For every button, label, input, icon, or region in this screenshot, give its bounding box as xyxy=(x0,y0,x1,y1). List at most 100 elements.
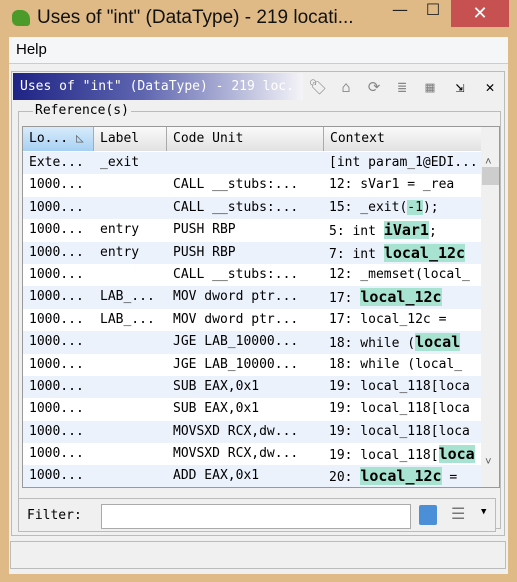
table-row[interactable]: 1000... JGE LAB_10000... 18: while (local_ xyxy=(23,354,481,376)
menu-help[interactable]: Help xyxy=(16,41,47,58)
cell-label: entry xyxy=(100,244,140,260)
filter-bar: Filter: ☰ ▼ xyxy=(18,498,496,532)
cell-location: 1000... xyxy=(29,468,84,484)
cell-context: 19: local_118[loca xyxy=(329,445,475,464)
cell-context: 19: local_118[loca xyxy=(329,423,470,439)
dragon-app-icon xyxy=(12,10,30,26)
table-row[interactable]: 1000... LAB_... MOV dword ptr... 17: local_… xyxy=(23,286,481,309)
close-window-button[interactable]: ✕ xyxy=(451,0,509,27)
column-context[interactable]: Context xyxy=(324,127,481,151)
export-icon[interactable]: ⇲ xyxy=(448,75,472,99)
highlight: local_12c xyxy=(383,243,466,262)
cell-code-unit: PUSH RBP xyxy=(173,222,236,238)
highlight: local xyxy=(415,333,461,352)
cell-label: entry xyxy=(100,222,140,238)
vertical-scrollbar[interactable]: ˄ ˅ xyxy=(481,127,499,487)
filter-input[interactable] xyxy=(101,504,411,529)
table-row[interactable]: 1000... LAB_... MOV dword ptr... 17: local_… xyxy=(23,309,481,331)
dropdown-arrow-icon[interactable]: ▼ xyxy=(481,507,486,517)
cell-context: 17: local_12c xyxy=(329,288,442,307)
cell-location: 1000... xyxy=(29,222,84,238)
cell-location: 1000... xyxy=(29,356,84,372)
table-icon[interactable]: ▦ xyxy=(418,75,442,99)
sort-icon: ◺ xyxy=(75,131,84,146)
table-row[interactable]: 1000... entry PUSH RBP 5: int iVar1; xyxy=(23,219,481,241)
home-icon[interactable]: ⌂ xyxy=(334,75,358,99)
close-icon[interactable]: ✕ xyxy=(478,75,502,99)
status-bar xyxy=(10,541,506,569)
cell-context: 19: local_118[loca xyxy=(329,378,470,394)
cell-code-unit: CALL __stubs:... xyxy=(173,266,299,282)
cell-context: [int param_1@EDI... xyxy=(329,155,478,170)
window-title: Uses of "int" (DataType) - 219 locati... xyxy=(37,7,354,28)
cell-code-unit: CALL __stubs:... xyxy=(173,199,299,215)
cell-location: Exte... xyxy=(29,155,84,170)
group-label: Reference(s) xyxy=(33,103,131,118)
highlight: iVar1 xyxy=(383,221,429,240)
cell-code-unit: JGE LAB_10000... xyxy=(173,334,299,350)
scroll-thumb[interactable] xyxy=(482,167,499,185)
cell-location: 1000... xyxy=(29,289,84,305)
column-location[interactable]: Lo... ◺ xyxy=(23,127,94,151)
cell-location: 1000... xyxy=(29,311,84,327)
table-row[interactable]: 1000... SUB EAX,0x1 19: local_118[loca xyxy=(23,375,481,399)
cell-location: 1000... xyxy=(29,199,84,215)
cell-code-unit: SUB EAX,0x1 xyxy=(173,378,260,394)
highlight: loca xyxy=(438,445,475,464)
column-code-unit[interactable]: Code Unit xyxy=(167,127,324,151)
cell-context: 20: local_12c = xyxy=(329,467,458,486)
cell-location: 1000... xyxy=(29,378,84,394)
table-row[interactable]: 1000... entry PUSH RBP 7: int local_12c xyxy=(23,241,481,264)
references-table: Lo... ◺ Label Code Unit Context Exte... _… xyxy=(22,126,500,488)
cell-context: 5: int iVar1; xyxy=(329,221,437,240)
window-client: Help Uses of "int" (DataType) - 219 loc.… xyxy=(9,37,508,574)
scroll-down-icon[interactable]: ˅ xyxy=(485,455,492,469)
highlight: -1 xyxy=(407,199,423,215)
cell-label: LAB_... xyxy=(100,289,155,305)
cell-code-unit: JGE LAB_10000... xyxy=(173,356,299,372)
cell-code-unit: SUB EAX,0x1 xyxy=(173,401,260,417)
filter-settings-icon[interactable]: ☰ xyxy=(451,504,465,523)
cell-code-unit: MOV dword ptr... xyxy=(173,289,299,305)
title-bar: Uses of "int" (DataType) - 219 locati...… xyxy=(0,0,517,37)
references-group: Reference(s) Lo... ◺ Label Code Unit Con… xyxy=(18,103,501,532)
table-header: Lo... ◺ Label Code Unit Context xyxy=(23,127,481,151)
cell-location: 1000... xyxy=(29,401,84,417)
cell-code-unit: CALL __stubs:... xyxy=(173,177,299,193)
table-row[interactable]: 1000... CALL __stubs:... 12: _memset(local… xyxy=(23,264,481,286)
table-row[interactable]: 1000... ADD EAX,0x1 20: local_12c = xyxy=(23,465,481,487)
cell-context: 18: while (local xyxy=(329,333,461,352)
cell-code-unit: MOVSXD RCX,dw... xyxy=(173,423,299,439)
table-row[interactable]: 1000... SUB EAX,0x1 19: local_118[loca xyxy=(23,398,481,420)
panel-title: Uses of "int" (DataType) - 219 loc. xyxy=(13,73,303,100)
minimize-button[interactable]: — xyxy=(385,0,415,27)
table-row[interactable]: Exte... _exit [int param_1@EDI... xyxy=(23,152,481,175)
cell-context: 18: while (local_ xyxy=(329,356,463,372)
cell-location: 1000... xyxy=(29,334,84,350)
cell-label: LAB_... xyxy=(100,311,155,327)
highlight: local_12c xyxy=(360,467,442,486)
column-label[interactable]: Label xyxy=(94,127,167,151)
maximize-button[interactable]: ☐ xyxy=(418,0,448,27)
tag-icon[interactable]: 🏷 xyxy=(306,75,330,99)
highlight: local_12c xyxy=(360,288,442,307)
cell-location: 1000... xyxy=(29,423,84,439)
cell-code-unit: MOV dword ptr... xyxy=(173,311,299,327)
table-row[interactable]: 1000... CALL __stubs:... 15: _exit(-1); xyxy=(23,196,481,220)
cell-code-unit: PUSH RBP xyxy=(173,244,236,260)
filter-options-icon[interactable] xyxy=(419,505,437,525)
table-row[interactable]: 1000... JGE LAB_10000... 18: while (local xyxy=(23,331,481,354)
cell-location: 1000... xyxy=(29,446,84,462)
cell-context: 15: _exit(-1); xyxy=(329,199,439,215)
cell-code-unit: MOVSXD RCX,dw... xyxy=(173,446,299,462)
table-row[interactable]: 1000... MOVSXD RCX,dw... 19: local_118[loc… xyxy=(23,443,481,465)
table-row[interactable]: 1000... MOVSXD RCX,dw... 19: local_118[loc… xyxy=(23,420,481,444)
refresh-icon[interactable]: ⟳ xyxy=(362,75,386,99)
lines-icon[interactable]: ≣ xyxy=(390,75,414,99)
table-row[interactable]: 1000... CALL __stubs:... 12: sVar1 = _rea xyxy=(23,174,481,196)
cell-location: 1000... xyxy=(29,244,84,260)
cell-context: 7: int local_12c xyxy=(329,243,466,262)
menu-bar: Help xyxy=(9,37,508,64)
references-panel: Uses of "int" (DataType) - 219 loc. 🏷 ⌂ ⟳ ≣… xyxy=(11,71,505,536)
cell-label: _exit xyxy=(100,155,140,170)
